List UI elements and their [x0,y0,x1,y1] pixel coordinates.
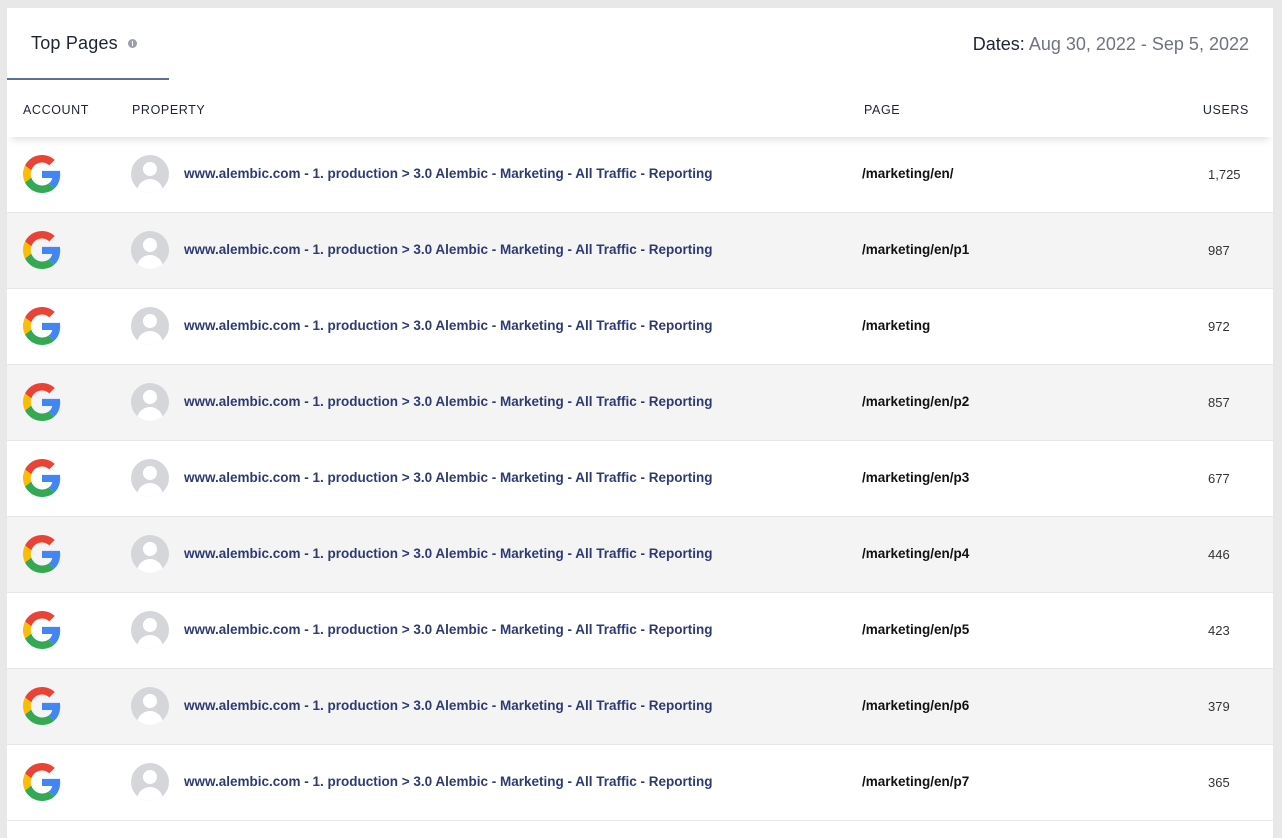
top-pages-card: Top Pages Dates: Aug 30, 2022 - Sep 5, 2… [7,8,1273,838]
google-icon [23,611,61,649]
users-count: 379 [1208,699,1230,714]
date-range: Dates: Aug 30, 2022 - Sep 5, 2022 [973,34,1249,55]
property-avatar-icon [131,459,169,497]
card-header: Top Pages Dates: Aug 30, 2022 - Sep 5, 2… [7,8,1273,82]
page-path: /marketing/en/p7 [862,774,970,789]
users-count: 987 [1208,243,1230,258]
table-row[interactable]: www.alembic.com - 1. production > 3.0 Al… [7,365,1273,441]
property-link[interactable]: www.alembic.com - 1. production > 3.0 Al… [184,546,712,561]
users-count: 972 [1208,319,1230,334]
google-icon [23,535,61,573]
column-header-property[interactable]: PROPERTY [132,103,205,117]
google-icon [23,687,61,725]
property-avatar-icon [131,763,169,801]
property-link[interactable]: www.alembic.com - 1. production > 3.0 Al… [184,242,712,257]
tab-title: Top Pages [31,32,118,53]
google-icon [23,231,61,269]
users-count: 857 [1208,395,1230,410]
property-link[interactable]: www.alembic.com - 1. production > 3.0 Al… [184,166,712,181]
google-icon [23,155,61,193]
property-avatar-icon [131,687,169,725]
users-count: 446 [1208,547,1230,562]
users-count: 677 [1208,471,1230,486]
page-path: /marketing [862,318,931,333]
table-header: ACCOUNT PROPERTY PAGE USERS [7,82,1273,137]
table-row[interactable]: www.alembic.com - 1. production > 3.0 Al… [7,137,1273,213]
page-path: /marketing/en/ [862,166,954,181]
page-path: /marketing/en/p3 [862,470,970,485]
info-icon[interactable] [127,38,137,48]
table-row[interactable]: www.alembic.com - 1. production > 3.0 Al… [7,745,1273,821]
dates-value: Aug 30, 2022 - Sep 5, 2022 [1028,34,1249,54]
table-row[interactable]: www.alembic.com - 1. production > 3.0 Al… [7,517,1273,593]
tab-top-pages[interactable]: Top Pages [7,8,169,80]
page-path: /marketing/en/p5 [862,622,970,637]
property-link[interactable]: www.alembic.com - 1. production > 3.0 Al… [184,470,712,485]
property-link[interactable]: www.alembic.com - 1. production > 3.0 Al… [184,774,712,789]
property-avatar-icon [131,535,169,573]
table-row[interactable]: www.alembic.com - 1. production > 3.0 Al… [7,213,1273,289]
users-count: 365 [1208,775,1230,790]
table-row[interactable]: www.alembic.com - 1. production > 3.0 Al… [7,441,1273,517]
google-icon [23,459,61,497]
property-avatar-icon [131,611,169,649]
google-icon [23,307,61,345]
property-avatar-icon [131,383,169,421]
google-icon [23,763,61,801]
table-row[interactable]: www.alembic.com - 1. production > 3.0 Al… [7,593,1273,669]
table-row[interactable]: www.alembic.com - 1. production > 3.0 Al… [7,289,1273,365]
property-link[interactable]: www.alembic.com - 1. production > 3.0 Al… [184,622,712,637]
page-path: /marketing/en/p2 [862,394,970,409]
column-header-account[interactable]: ACCOUNT [23,103,89,117]
users-count: 1,725 [1208,167,1241,182]
google-icon [23,383,61,421]
property-avatar-icon [131,307,169,345]
property-link[interactable]: www.alembic.com - 1. production > 3.0 Al… [184,318,712,333]
page-path: /marketing/en/p4 [862,546,970,561]
dates-label: Dates: [972,34,1025,54]
column-header-page[interactable]: PAGE [864,103,900,117]
users-count: 423 [1208,623,1230,638]
column-header-users[interactable]: USERS [1203,103,1249,117]
property-avatar-icon [131,231,169,269]
table-body: www.alembic.com - 1. production > 3.0 Al… [7,137,1273,821]
property-link[interactable]: www.alembic.com - 1. production > 3.0 Al… [184,394,712,409]
property-avatar-icon [131,155,169,193]
page-path: /marketing/en/p1 [862,242,970,257]
property-link[interactable]: www.alembic.com - 1. production > 3.0 Al… [184,698,712,713]
page-path: /marketing/en/p6 [862,698,970,713]
table-row[interactable]: www.alembic.com - 1. production > 3.0 Al… [7,669,1273,745]
